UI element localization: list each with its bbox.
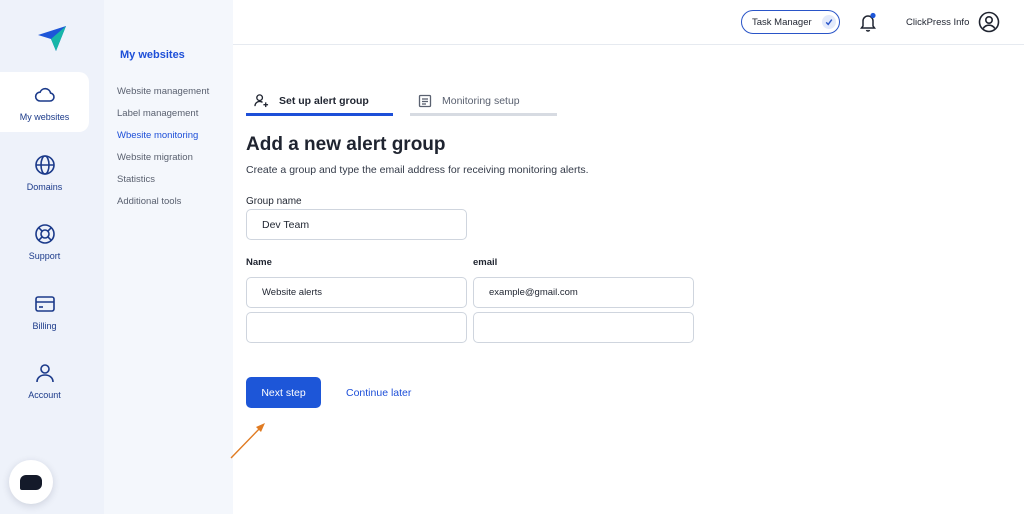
rail-label: Domains [26, 181, 63, 192]
globe-icon [34, 154, 55, 175]
group-name-label: Group name [246, 196, 302, 207]
page-title: Add a new alert group [246, 134, 446, 155]
tab-label: Monitoring setup [442, 94, 520, 107]
rail-item-billing[interactable]: Billing [0, 281, 89, 341]
top-bar: Task Manager ClickPress Info [233, 0, 1024, 45]
main-rail: My websites Domains Support Billing Acco… [0, 0, 104, 514]
task-manager-label: Task Manager [752, 16, 812, 28]
group-name-input[interactable] [246, 209, 467, 240]
lifebuoy-icon [34, 223, 55, 244]
logo-icon [38, 26, 66, 51]
chat-bubble-icon [20, 474, 42, 490]
subnav-item-website-management[interactable]: Website management [117, 86, 209, 108]
recipient-name-input[interactable] [246, 277, 467, 308]
subnav-item-website-monitoring[interactable]: Wbesite monitoring [117, 130, 209, 152]
name-column-label: Name [246, 257, 272, 268]
cloud-icon [34, 87, 55, 102]
recipient-name-input[interactable] [246, 312, 467, 343]
email-column-label: email [473, 257, 498, 268]
credit-card-icon [34, 295, 55, 312]
next-step-button[interactable]: Next step [246, 377, 321, 408]
recipient-email-input[interactable] [473, 277, 694, 308]
rail-label: Account [28, 389, 61, 400]
subnav-item-statistics[interactable]: Statistics [117, 174, 209, 196]
rail-item-support[interactable]: Support [0, 211, 89, 271]
rail-label: Support [28, 250, 61, 261]
user-avatar-icon[interactable] [978, 11, 1000, 33]
tab-monitoring-setup[interactable]: Monitoring setup [410, 88, 557, 116]
secondary-nav: My websites Website management Label man… [104, 0, 233, 514]
annotation-arrow-icon [230, 423, 265, 459]
chat-button[interactable] [9, 460, 53, 504]
check-icon [821, 15, 836, 29]
user-icon [35, 363, 54, 382]
task-manager-button[interactable]: Task Manager [741, 10, 840, 34]
document-list-icon [418, 94, 432, 107]
bell-icon[interactable] [859, 12, 877, 32]
add-user-icon [254, 94, 269, 108]
user-name[interactable]: ClickPress Info [906, 17, 969, 28]
subnav-item-label-management[interactable]: Label management [117, 108, 209, 130]
rail-label: Billing [32, 320, 57, 331]
subnav-item-additional-tools[interactable]: Additional tools [117, 196, 209, 218]
rail-item-my-websites[interactable]: My websites [0, 72, 89, 132]
rail-label: My websites [19, 111, 70, 122]
subnav-list: Website management Label management Wbes… [117, 86, 209, 218]
page-description: Create a group and type the email addres… [246, 164, 589, 176]
subnav-item-website-migration[interactable]: Website migration [117, 152, 209, 174]
tab-label: Set up alert group [279, 94, 369, 107]
rail-item-domains[interactable]: Domains [0, 142, 89, 202]
tab-set-up-alert-group[interactable]: Set up alert group [246, 88, 393, 116]
rail-item-account[interactable]: Account [0, 350, 89, 410]
continue-later-link[interactable]: Continue later [346, 387, 411, 399]
recipient-email-input[interactable] [473, 312, 694, 343]
subnav-title: My websites [120, 49, 185, 61]
